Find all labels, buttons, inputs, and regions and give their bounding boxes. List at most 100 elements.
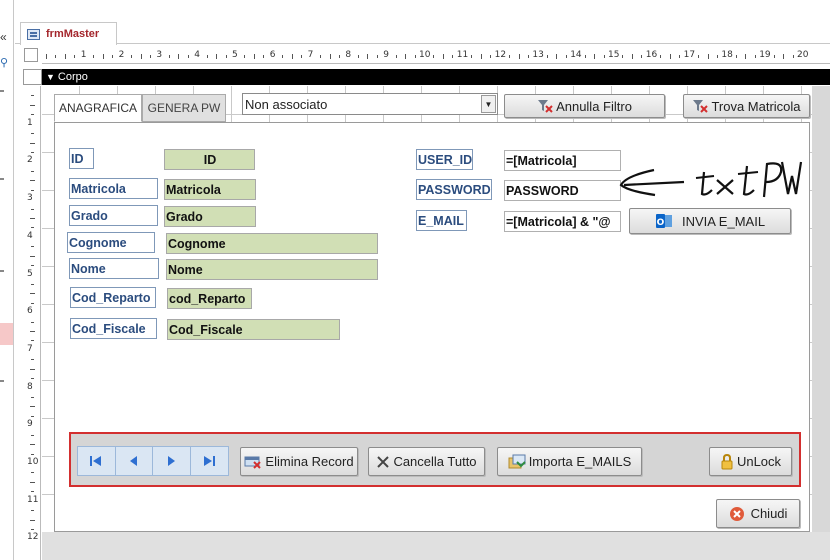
ruler-tick (244, 55, 246, 58)
section-header-corpo[interactable]: ▼ Corpo (42, 69, 830, 85)
ruler-number: 12 (27, 532, 39, 543)
ruler-number: 11 (456, 50, 469, 60)
ruler-tick (594, 54, 596, 59)
ruler-tick (546, 55, 548, 58)
ruler-tick (707, 54, 709, 59)
dropdown-arrow-icon[interactable]: ▼ (481, 95, 496, 113)
horizontal-ruler: 1 2 3 4 5 6 7 8 9 10 11 12 13 14 15 16 17 18 19 20 (42, 48, 830, 64)
ruler-number: 11 (27, 494, 39, 505)
ruler-tick (527, 55, 529, 58)
import-icon (508, 454, 526, 468)
section-selector[interactable] (23, 69, 42, 85)
nav-marker (0, 270, 4, 272)
invia-email-button[interactable]: O INVIA E_MAIL (629, 208, 791, 234)
ruler-tick (31, 491, 34, 493)
ruler-tick (31, 321, 34, 323)
chiudi-button[interactable]: Chiudi (716, 499, 800, 528)
nav-selected-item[interactable] (0, 323, 13, 345)
previous-record-icon (129, 456, 137, 466)
field-e-mail[interactable]: =[Matricola] & "@ (504, 211, 621, 232)
field-cognome[interactable]: Cognome (166, 233, 378, 254)
trova-matricola-button[interactable]: Trova Matricola (683, 94, 810, 118)
filter-combo[interactable]: Non associato ▼ (242, 93, 498, 115)
field-user-id[interactable]: =[Matricola] (504, 150, 621, 171)
ruler-tick (556, 54, 558, 59)
ruler-number: 5 (27, 268, 33, 279)
field-password[interactable]: PASSWORD (504, 180, 621, 201)
field-nome[interactable]: Nome (166, 259, 378, 280)
ruler-tick (74, 55, 76, 58)
annulla-filtro-button[interactable]: Annulla Filtro (504, 94, 665, 118)
invia-email-label: INVIA E_MAIL (681, 213, 766, 229)
previous-record-button[interactable] (116, 447, 153, 475)
form-selector[interactable] (24, 48, 38, 62)
ruler-tick (31, 283, 34, 285)
cancella-tutto-button[interactable]: Cancella Tutto (368, 447, 485, 476)
ruler-tick (31, 189, 34, 191)
ruler-tick (357, 55, 359, 58)
ruler-number: 5 (232, 50, 238, 60)
tab-anagrafica[interactable]: ANAGRAFICA (54, 94, 142, 122)
ruler-tick (30, 104, 35, 106)
ruler-tick (253, 54, 255, 59)
form-icon (27, 28, 40, 40)
ruler-tick (792, 55, 794, 58)
label-cod-fiscale: Cod_Fiscale (70, 318, 157, 339)
tab-genera-pw[interactable]: GENERA PW (142, 94, 226, 122)
ruler-number: 6 (269, 50, 276, 60)
last-record-button[interactable] (191, 447, 228, 475)
ruler-number: 19 (759, 50, 771, 60)
ruler-tick (31, 114, 34, 116)
ruler-tick (773, 55, 775, 58)
ruler-tick (149, 55, 151, 58)
ruler-tick (31, 302, 34, 304)
ruler-number: 1 (80, 50, 87, 60)
importa-emails-button[interactable]: Importa E_MAILS (497, 447, 642, 476)
ruler-tick (405, 54, 407, 59)
ruler-tick (206, 55, 208, 58)
last-record-icon (204, 456, 216, 466)
ruler-tick (301, 55, 303, 58)
ruler-number: 1 (27, 117, 33, 128)
ruler-tick (603, 55, 605, 58)
ruler-tick (30, 406, 35, 408)
ruler-tick (31, 415, 34, 417)
elimina-record-button[interactable]: Elimina Record (240, 447, 358, 476)
ruler-tick (31, 208, 34, 210)
ruler-number: 6 (27, 306, 33, 317)
next-record-button[interactable] (153, 447, 191, 475)
ruler-tick (471, 55, 473, 58)
field-cod-fiscale[interactable]: Cod_Fiscale (167, 319, 340, 340)
ruler-tick (783, 54, 785, 59)
handwritten-annotation (619, 161, 803, 198)
label-matricola: Matricola (69, 178, 158, 199)
field-id[interactable]: ID (164, 149, 255, 170)
ruler-tick (433, 55, 435, 58)
lock-icon (721, 453, 733, 469)
ruler-tick (291, 54, 293, 59)
field-grado[interactable]: Grado (164, 206, 256, 227)
unlock-label: UnLock (736, 454, 782, 469)
label-user-id: USER_ID (416, 149, 473, 170)
ruler-number: 3 (156, 50, 163, 60)
search-icon[interactable]: ⚲ (0, 56, 8, 69)
first-record-button[interactable] (78, 447, 116, 475)
label-id: ID (69, 148, 94, 169)
document-tab-frmmaster[interactable]: frmMaster (20, 22, 117, 45)
delete-record-icon (244, 456, 262, 469)
field-cod-reparto[interactable]: cod_Reparto (167, 288, 252, 309)
ruler-tick (31, 453, 34, 455)
unlock-button[interactable]: UnLock (709, 447, 792, 476)
ruler-tick (31, 528, 34, 530)
field-matricola[interactable]: Matricola (164, 179, 256, 200)
collapse-nav-button[interactable]: « (0, 30, 7, 44)
ruler-tick (631, 54, 633, 59)
nav-marker (0, 90, 4, 92)
ruler-tick (30, 519, 35, 521)
ruler-number: 4 (194, 50, 200, 60)
ruler-tick (30, 180, 35, 182)
ruler-tick (31, 472, 34, 474)
ruler-tick (30, 368, 35, 370)
ruler-tick (735, 55, 737, 58)
ruler-tick (716, 55, 718, 58)
